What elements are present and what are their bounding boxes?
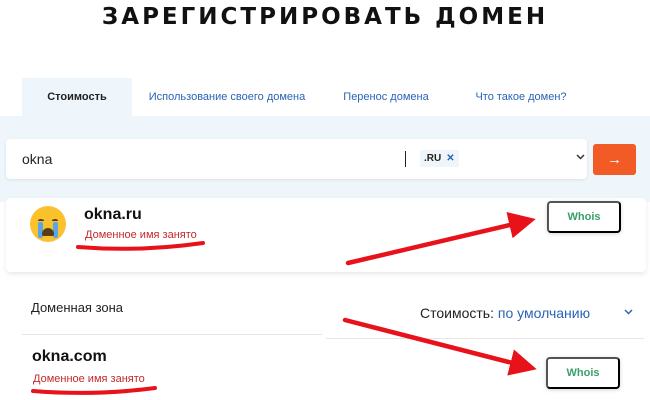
search-input[interactable] xyxy=(22,148,392,170)
search-box: .RU ✕ xyxy=(6,139,587,179)
arrow-right-icon: → xyxy=(607,151,622,168)
arrow-annotation xyxy=(342,317,537,376)
whois-button[interactable]: Whois xyxy=(546,357,620,389)
domain-status: Доменное имя занято xyxy=(85,229,197,241)
tab-what-is-domain[interactable]: Что такое домен? xyxy=(450,78,592,116)
sort-value[interactable]: по умолчанию xyxy=(498,305,590,321)
tab-transfer[interactable]: Перенос домена xyxy=(322,78,450,116)
underline-annotation xyxy=(31,386,157,395)
text-cursor xyxy=(405,151,406,167)
divider xyxy=(326,338,644,339)
search-panel: .RU ✕ → xyxy=(0,116,650,202)
chevron-down-icon[interactable] xyxy=(624,307,633,318)
divider xyxy=(22,334,322,335)
domain-status: Доменное имя занято xyxy=(33,373,145,385)
zone-chip-label: .RU xyxy=(424,153,442,164)
tab-own-domain[interactable]: Использование своего домена xyxy=(132,78,322,116)
page-title: ЗАРЕГИСТРИРОВАТЬ ДОМЕН xyxy=(101,4,549,30)
zone-chip[interactable]: .RU ✕ xyxy=(420,150,459,167)
domain-name: okna.ru xyxy=(84,206,142,223)
whois-button[interactable]: Whois xyxy=(547,201,621,233)
chevron-down-icon[interactable] xyxy=(576,152,585,163)
sort-label: Стоимость: xyxy=(420,305,494,321)
tab-price[interactable]: Стоимость xyxy=(22,78,132,116)
close-icon[interactable]: ✕ xyxy=(446,153,454,164)
crying-face-icon xyxy=(30,206,66,242)
zone-filter-label: Доменная зона xyxy=(31,300,124,315)
domain-name: okna.com xyxy=(32,348,107,365)
search-submit-button[interactable]: → xyxy=(593,144,636,175)
sort-control[interactable]: Стоимость: по умолчанию xyxy=(420,305,590,321)
tab-bar: Стоимость Использование своего домена Пе… xyxy=(22,78,592,116)
result-card: okna.ru Доменное имя занято Whois xyxy=(6,198,646,272)
